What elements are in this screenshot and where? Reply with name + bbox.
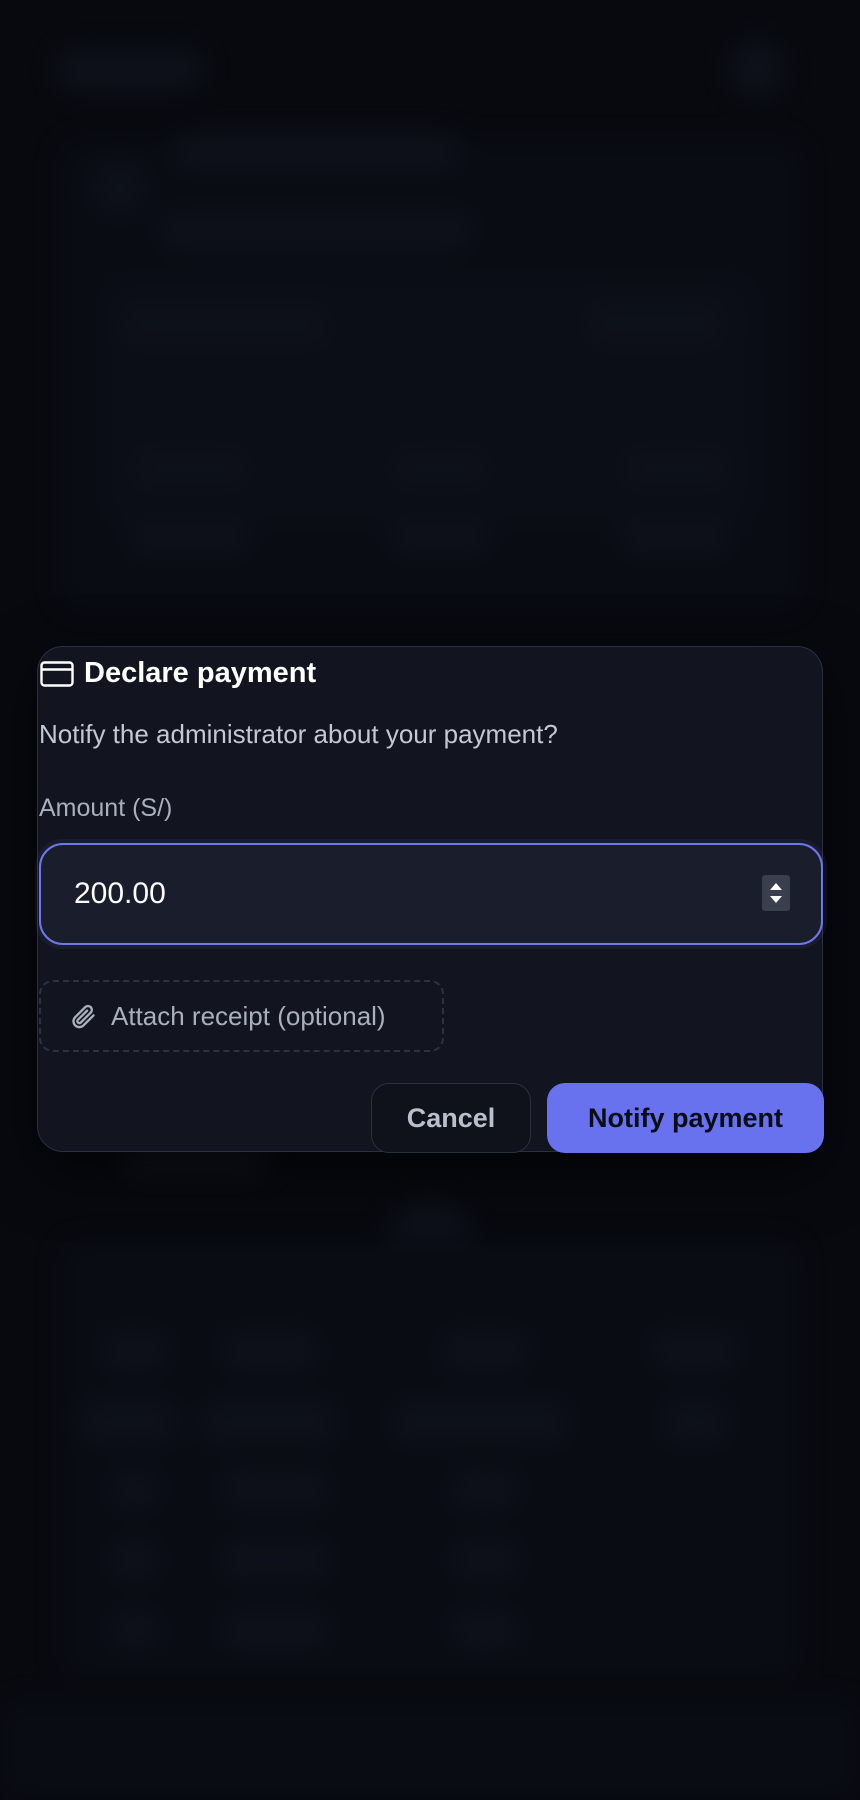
attach-receipt-button[interactable]: Attach receipt (optional) xyxy=(39,980,444,1052)
dialog-title-text: Declare payment xyxy=(84,657,317,689)
dialog-description: Notify the administrator about your paym… xyxy=(39,719,558,749)
amount-stepper[interactable] xyxy=(762,875,790,911)
amount-label: Amount (S/) xyxy=(39,794,173,822)
dialog-title: Declare payment xyxy=(40,657,316,690)
amount-field[interactable] xyxy=(39,843,823,945)
paperclip-icon xyxy=(72,1004,95,1029)
amount-input[interactable] xyxy=(72,876,672,912)
notify-payment-button[interactable]: Notify payment xyxy=(547,1083,824,1153)
stepper-arrows-icon xyxy=(770,883,782,903)
attach-receipt-label: Attach receipt (optional) xyxy=(111,1000,386,1031)
credit-card-icon xyxy=(40,660,74,687)
declare-payment-dialog: Declare payment Notify the administrator… xyxy=(37,646,824,1153)
cancel-button[interactable]: Cancel xyxy=(371,1083,531,1153)
